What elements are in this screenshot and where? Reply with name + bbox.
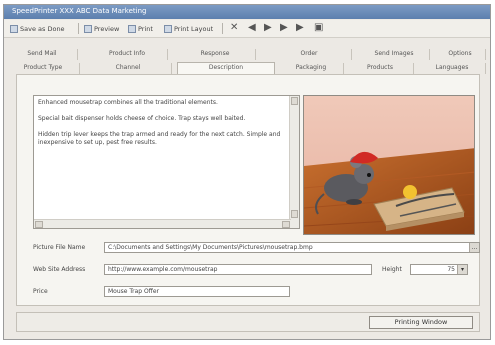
description-paragraph: Special bait dispenser holds cheese of c… (38, 115, 246, 122)
scroll-right-arrow[interactable] (282, 221, 290, 228)
bottom-bar: Printing Window (16, 312, 480, 332)
browse-button[interactable]: … (469, 243, 479, 252)
forward-record-icon[interactable]: ▶ (280, 22, 288, 34)
layout-icon (164, 24, 172, 33)
tab-options[interactable]: Options (435, 49, 486, 60)
product-photo (303, 95, 475, 235)
last-record-icon[interactable]: ▶ (296, 22, 304, 34)
price-value: Mouse Trap Offer (108, 288, 160, 295)
price-label: Price (33, 288, 48, 295)
tab-languages[interactable]: Languages (419, 63, 486, 74)
web-address-label: Web Site Address (33, 266, 86, 273)
scroll-down-arrow[interactable] (291, 210, 298, 218)
preview-button-label: Preview (94, 24, 120, 33)
window-title: SpeedPrinter XXX ABC Data Marketing (12, 7, 147, 15)
horizontal-scrollbar[interactable] (34, 219, 291, 228)
print-button[interactable]: Print (128, 23, 153, 34)
print-layout-button-label: Print Layout (174, 24, 214, 33)
close-icon[interactable]: ✕ (230, 22, 238, 34)
tab-response[interactable]: Response (175, 49, 256, 60)
description-textarea[interactable]: Enhanced mousetrap combines all the trad… (33, 95, 300, 229)
mousetrap-image (304, 96, 474, 234)
height-label: Height (382, 266, 402, 273)
tab-send-images[interactable]: Send Images (359, 49, 430, 60)
vertical-scrollbar[interactable] (289, 96, 299, 228)
tab-packaging[interactable]: Packaging (279, 63, 344, 74)
tab-row-bottom: Product Type Channel Description Packagi… (7, 62, 487, 76)
description-paragraph: Hidden trip lever keeps the trap armed a… (38, 131, 281, 146)
next-record-icon[interactable]: ▶ (264, 22, 272, 34)
print-layout-button[interactable]: Print Layout (164, 23, 213, 34)
title-bar: SpeedPrinter XXX ABC Data Marketing (4, 5, 490, 19)
height-input[interactable]: 75 ▾ (410, 264, 468, 275)
toolbar-separator (222, 23, 223, 34)
tab-send-mail[interactable]: Send Mail (7, 49, 78, 60)
picture-file-label: Picture File Name (33, 244, 86, 251)
preview-icon (84, 24, 92, 33)
save-button[interactable]: Save as Done (10, 23, 65, 34)
save-icon (10, 24, 18, 33)
web-address-value: http://www.example.com/mousetrap (108, 266, 218, 273)
scroll-up-arrow[interactable] (291, 97, 298, 105)
height-spinner[interactable]: ▾ (457, 265, 467, 274)
description-paragraph: Enhanced mousetrap combines all the trad… (38, 99, 218, 106)
height-value: 75 (447, 266, 455, 273)
web-address-input[interactable]: http://www.example.com/mousetrap (104, 264, 372, 275)
toolbar: Save as Done Preview Print Print Layout … (4, 20, 490, 38)
window-icon[interactable]: ▣ (314, 22, 323, 34)
toolbar-separator (78, 23, 79, 34)
picture-file-value: C:\Documents and Settings\My Documents\P… (108, 244, 313, 251)
preview-button[interactable]: Preview (84, 23, 119, 34)
tab-product-info[interactable]: Product Info (87, 49, 168, 60)
print-icon (128, 24, 136, 33)
tab-row-top: Send Mail Product Info Response Order Se… (7, 49, 487, 60)
first-record-icon[interactable]: ◀ (248, 22, 256, 34)
tab-order[interactable]: Order (267, 49, 352, 60)
price-input[interactable]: Mouse Trap Offer (104, 286, 290, 297)
tab-products[interactable]: Products (347, 63, 414, 74)
picture-file-input[interactable]: C:\Documents and Settings\My Documents\P… (104, 242, 480, 253)
printing-window-button[interactable]: Printing Window (369, 316, 473, 329)
save-button-label: Save as Done (20, 24, 65, 33)
print-button-label: Print (138, 24, 153, 33)
tab-product-type[interactable]: Product Type (7, 63, 80, 74)
tab-channel[interactable]: Channel (85, 63, 172, 74)
scroll-left-arrow[interactable] (35, 221, 43, 228)
